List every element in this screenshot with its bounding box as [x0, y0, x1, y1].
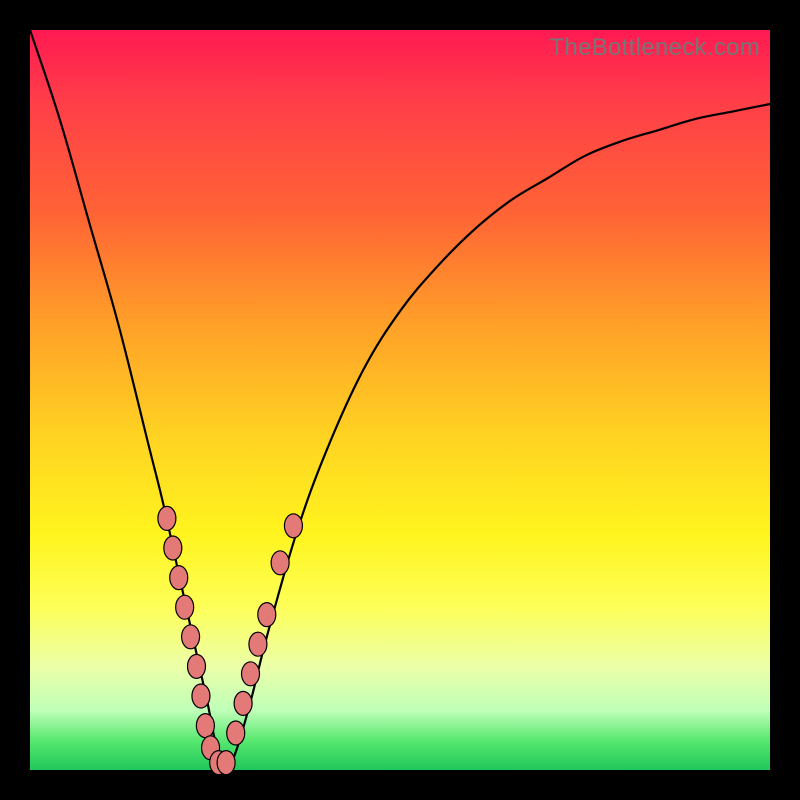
marker-bead: [217, 751, 235, 775]
marker-group: [158, 506, 303, 774]
marker-bead: [234, 691, 252, 715]
curve-svg: [30, 30, 770, 770]
marker-bead: [284, 514, 302, 538]
bottleneck-curve: [30, 30, 770, 765]
marker-bead: [176, 595, 194, 619]
marker-bead: [188, 654, 206, 678]
plot-area: TheBottleneck.com: [30, 30, 770, 770]
marker-bead: [158, 506, 176, 530]
marker-bead: [271, 551, 289, 575]
marker-bead: [227, 721, 245, 745]
marker-bead: [170, 566, 188, 590]
outer-frame: TheBottleneck.com: [0, 0, 800, 800]
marker-bead: [196, 714, 214, 738]
marker-bead: [182, 625, 200, 649]
marker-bead: [249, 632, 267, 656]
marker-bead: [164, 536, 182, 560]
marker-bead: [258, 603, 276, 627]
marker-bead: [192, 684, 210, 708]
marker-bead: [242, 662, 260, 686]
